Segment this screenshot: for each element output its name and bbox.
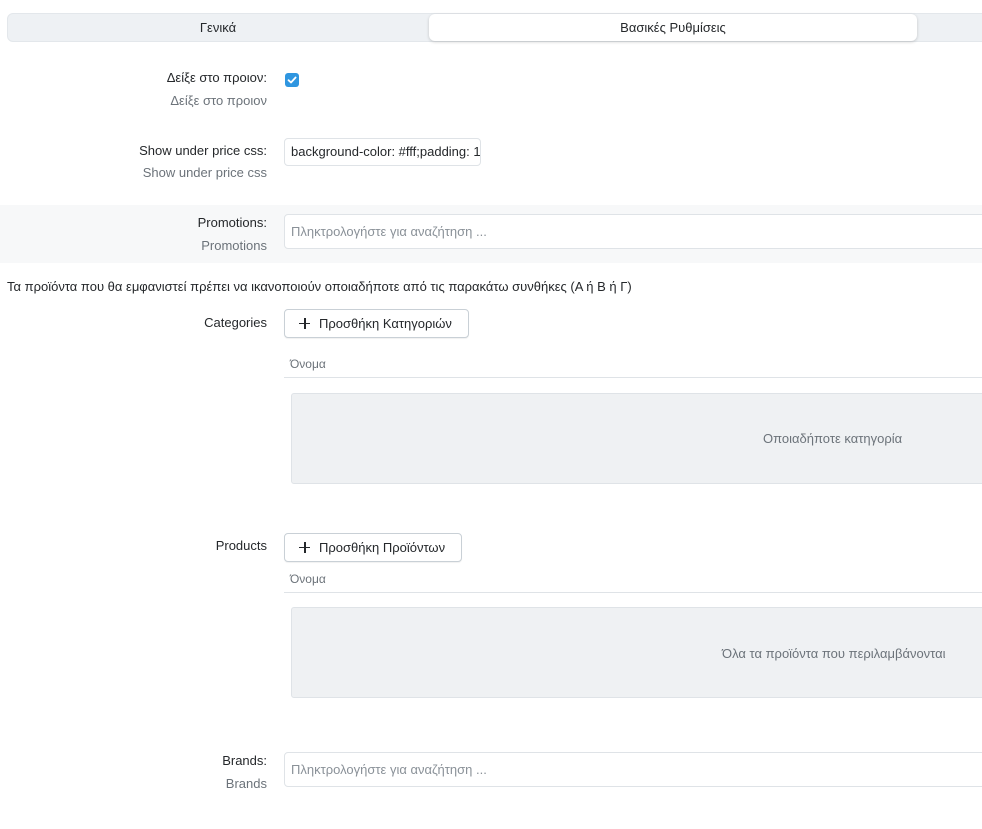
- categories-empty-panel: Οποιαδήποτε κατηγορία: [291, 393, 982, 484]
- promotions-label: Promotions:: [197, 215, 267, 230]
- tab-basic-settings[interactable]: Βασικές Ρυθμίσεις: [429, 14, 917, 41]
- brands-row: Brands: Brands: [0, 740, 982, 800]
- show-on-product-checkbox[interactable]: [285, 73, 299, 87]
- plus-icon: [299, 318, 310, 329]
- under-price-css-row: Show under price css: Show under price c…: [0, 130, 982, 190]
- under-price-css-label: Show under price css:: [139, 143, 267, 158]
- plus-icon: [299, 542, 310, 553]
- categories-name-column-header: Όνομα: [284, 350, 982, 378]
- show-on-product-help: Δείξε στο προιον: [170, 93, 267, 108]
- products-empty-text: Όλα τα προϊόντα που περιλαμβάνονται: [722, 646, 946, 661]
- add-products-label: Προσθήκη Προϊόντων: [319, 540, 446, 555]
- brands-label: Brands:: [222, 753, 267, 768]
- brands-search-input[interactable]: [284, 752, 982, 787]
- promotions-help: Promotions: [201, 238, 267, 253]
- products-empty-panel: Όλα τα προϊόντα που περιλαμβάνονται: [291, 607, 982, 698]
- under-price-css-help: Show under price css: [142, 165, 267, 180]
- promotions-search-input[interactable]: [284, 214, 982, 249]
- products-name-column-header: Όνομα: [284, 565, 982, 593]
- add-categories-label: Προσθήκη Κατηγοριών: [319, 316, 452, 331]
- products-label: Products: [215, 538, 267, 553]
- conditions-note: Τα προϊόντα που θα εμφανιστεί πρέπει να …: [7, 279, 632, 294]
- show-on-product-row: Δείξε στο προιον: Δείξε στο προιον: [0, 60, 982, 120]
- categories-empty-text: Οποιαδήποτε κατηγορία: [763, 431, 903, 446]
- promotions-row: Promotions: Promotions: [0, 205, 982, 263]
- categories-label: Categories: [204, 315, 267, 330]
- tab-bar: Γενικά Βασικές Ρυθμίσεις: [7, 13, 982, 42]
- brands-help: Brands: [225, 776, 267, 791]
- show-on-product-label: Δείξε στο προιον:: [166, 70, 267, 85]
- check-icon: [287, 76, 297, 84]
- tab-general[interactable]: Γενικά: [8, 14, 428, 41]
- add-categories-button[interactable]: Προσθήκη Κατηγοριών: [284, 309, 469, 338]
- under-price-css-input[interactable]: background-color: #fff;padding: 1: [284, 138, 481, 166]
- add-products-button[interactable]: Προσθήκη Προϊόντων: [284, 533, 463, 562]
